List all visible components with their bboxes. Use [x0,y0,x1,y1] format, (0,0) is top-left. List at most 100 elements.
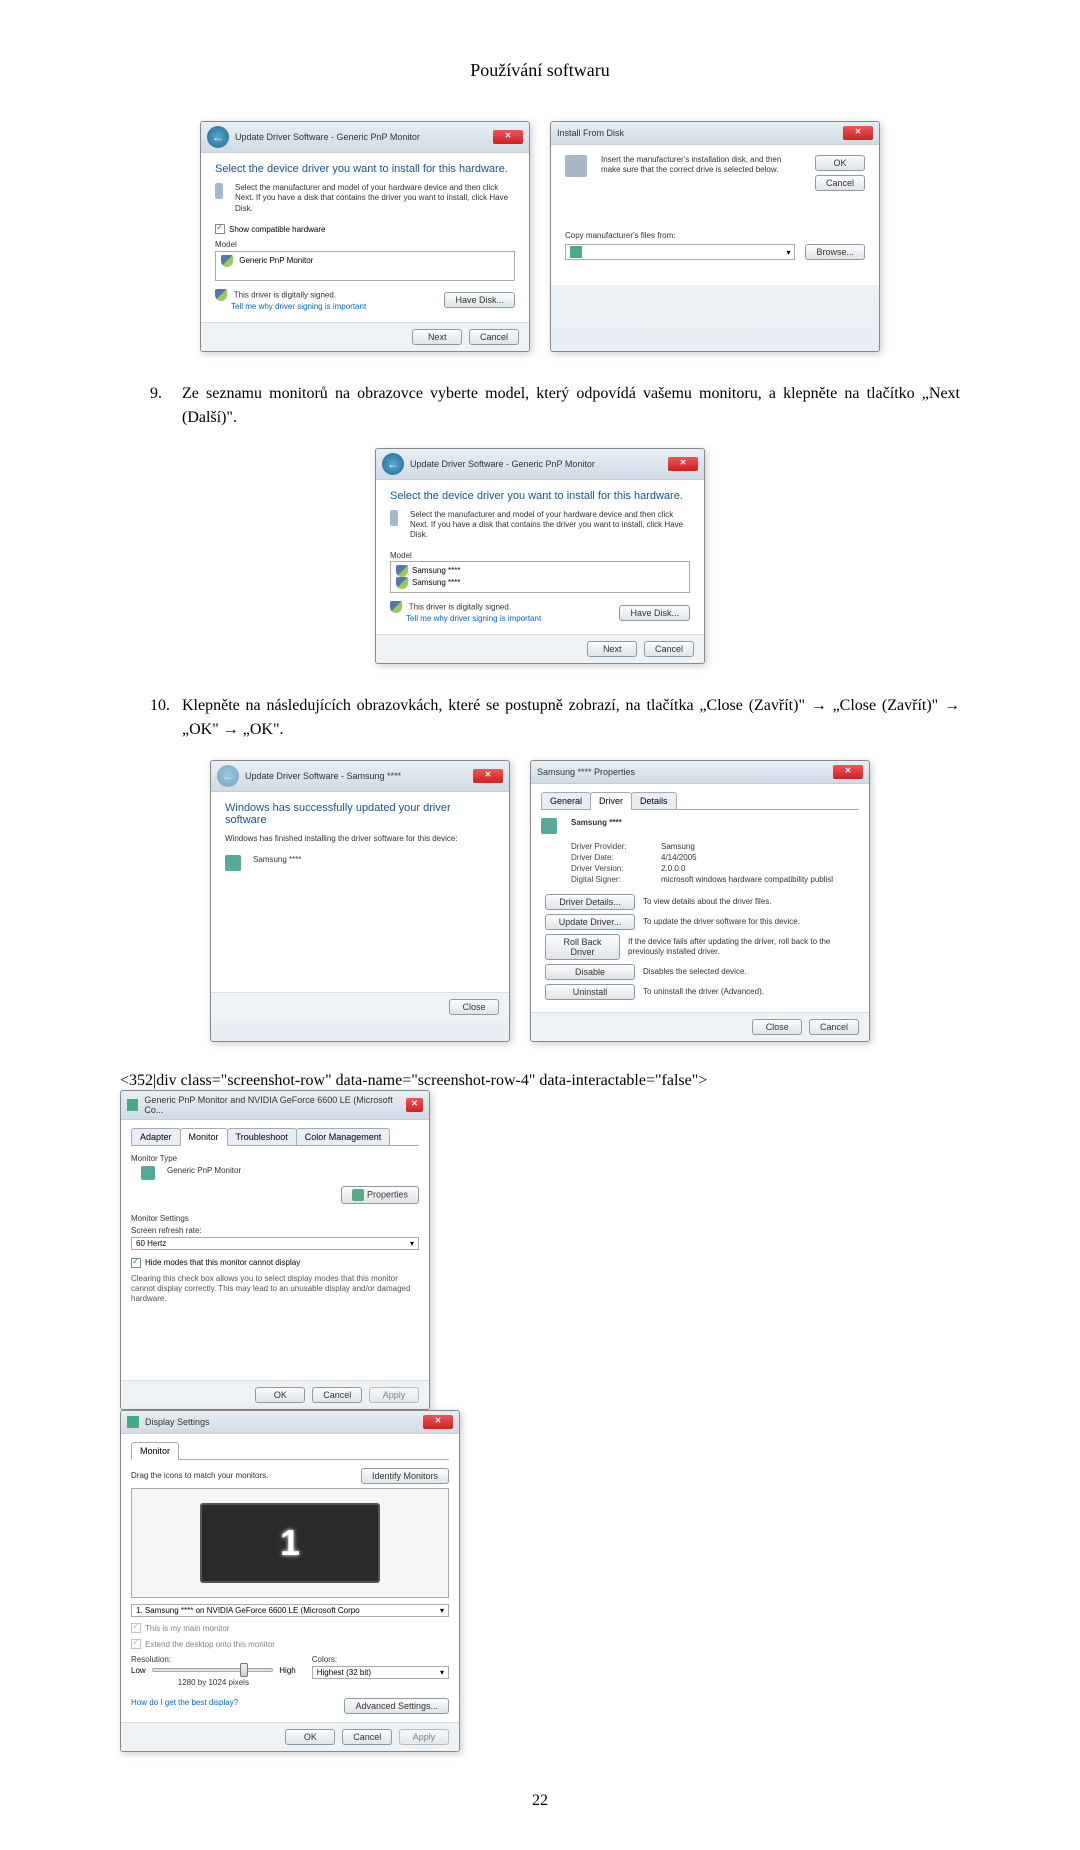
dialog-title: Update Driver Software - Generic PnP Mon… [410,459,595,469]
dropdown-arrow-icon[interactable]: ▾ [786,248,790,257]
screenshot-row-2: ← Update Driver Software - Generic PnP M… [120,448,960,665]
device-name: Samsung **** [571,818,622,834]
monitor-icon [141,1166,155,1180]
back-arrow-icon[interactable]: ← [207,126,229,148]
cancel-button[interactable]: Cancel [469,329,519,345]
dialog-description: Select the manufacturer and model of you… [235,183,515,214]
tab-bar: Monitor [131,1442,449,1460]
page-header: Používání softwaru [120,60,960,81]
screenshot-row-3: ← Update Driver Software - Samsung **** … [120,760,960,1042]
resolution-slider[interactable]: Low High [131,1666,296,1675]
rollback-button[interactable]: Roll Back Driver [545,934,620,960]
back-arrow-icon: ← [217,765,239,787]
version-label: Driver Version: [571,864,661,873]
tab-color-mgmt[interactable]: Color Management [296,1128,391,1145]
install-disk-desc: Insert the manufacturer's installation d… [601,155,803,176]
dialog-description: Select the manufacturer and model of you… [410,510,690,541]
dropdown-arrow-icon[interactable]: ▾ [410,1239,414,1248]
shield-icon [390,601,402,613]
checkbox-icon [131,1623,141,1633]
driver-details-button[interactable]: Driver Details... [545,894,635,910]
close-button[interactable]: Close [752,1019,802,1035]
monitor-icon [225,855,241,871]
slider-high-label: High [279,1666,295,1675]
close-icon[interactable]: ✕ [423,1415,453,1429]
tab-driver[interactable]: Driver [590,792,632,810]
uninstall-button[interactable]: Uninstall [545,984,635,1000]
disable-desc: Disables the selected device. [643,967,747,977]
slider-thumb[interactable] [240,1663,248,1677]
monitor-preview[interactable]: 1 [200,1503,380,1583]
checkbox-icon[interactable] [131,1258,141,1268]
colors-select[interactable]: Highest (32 bit) ▾ [312,1666,449,1679]
dialog-titlebar: Display Settings ✕ [121,1411,459,1434]
signed-link[interactable]: Tell me why driver signing is important [231,302,366,311]
dialog-title: Samsung **** Properties [537,767,635,777]
close-icon[interactable]: ✕ [406,1098,423,1112]
tab-monitor[interactable]: Monitor [131,1442,179,1460]
dialog-install-from-disk: Install From Disk ✕ Insert the manufactu… [550,121,880,352]
cancel-button[interactable]: Cancel [809,1019,859,1035]
compat-checkbox-row[interactable]: Show compatible hardware [215,224,515,234]
back-arrow-icon[interactable]: ← [382,453,404,475]
model-item[interactable]: Samsung **** [412,566,460,575]
model-list[interactable]: Samsung **** Samsung **** [390,561,690,593]
cancel-button[interactable]: Cancel [312,1387,362,1403]
next-button[interactable]: Next [412,329,462,345]
dialog-update-driver-2: ← Update Driver Software - Generic PnP M… [375,448,705,665]
dropdown-arrow-icon[interactable]: ▾ [440,1606,444,1615]
have-disk-button[interactable]: Have Disk... [619,605,690,621]
tab-monitor[interactable]: Monitor [180,1128,228,1146]
signed-link[interactable]: Tell me why driver signing is important [406,614,541,623]
cancel-button[interactable]: Cancel [342,1729,392,1745]
resolution-label: Resolution: [131,1655,296,1665]
dropdown-arrow-icon[interactable]: ▾ [440,1668,444,1677]
app-icon [127,1099,138,1111]
identify-monitors-button[interactable]: Identify Monitors [361,1468,449,1484]
cancel-button[interactable]: Cancel [815,175,865,191]
hide-modes-checkbox[interactable]: Hide modes that this monitor cannot disp… [131,1258,419,1268]
apply-button[interactable]: Apply [369,1387,419,1403]
ok-button[interactable]: OK [255,1387,305,1403]
path-input[interactable]: ▾ [565,244,795,260]
monitor-type-value: Generic PnP Monitor [167,1166,241,1180]
dialog-titlebar: ← Update Driver Software - Generic PnP M… [376,449,704,480]
dialog-titlebar: ← Update Driver Software - Samsung **** … [211,761,509,792]
signer-label: Digital Signer: [571,875,661,884]
refresh-rate-select[interactable]: 60 Hertz ▾ [131,1237,419,1250]
tab-adapter[interactable]: Adapter [131,1128,181,1145]
ok-button[interactable]: OK [815,155,865,171]
close-icon[interactable]: ✕ [843,126,873,140]
model-item[interactable]: Generic PnP Monitor [239,256,313,265]
provider-label: Driver Provider: [571,842,661,851]
tab-troubleshoot[interactable]: Troubleshoot [227,1128,297,1145]
checkbox-icon[interactable] [215,224,225,234]
step-text-body: Klepněte na následujících obrazovkách, k… [182,694,960,742]
monitor-icon [541,818,557,834]
update-driver-button[interactable]: Update Driver... [545,914,635,930]
tab-general[interactable]: General [541,792,591,809]
step-9: 9. Ze seznamu monitorů na obrazovce vybe… [150,382,960,430]
close-icon[interactable]: ✕ [473,769,503,783]
best-display-link[interactable]: How do I get the best display? [131,1698,238,1714]
tab-details[interactable]: Details [631,792,677,809]
apply-button[interactable]: Apply [399,1729,449,1745]
browse-button[interactable]: Browse... [805,244,865,260]
step-text-body: Ze seznamu monitorů na obrazovce vyberte… [182,382,960,430]
next-button[interactable]: Next [587,641,637,657]
close-icon[interactable]: ✕ [833,765,863,779]
ok-button[interactable]: OK [285,1729,335,1745]
model-item[interactable]: Samsung **** [412,578,460,587]
dialog-title: Update Driver Software - Generic PnP Mon… [235,132,420,142]
model-list[interactable]: Generic PnP Monitor [215,251,515,281]
close-icon[interactable]: ✕ [493,130,523,144]
close-icon[interactable]: ✕ [668,457,698,471]
close-button[interactable]: Close [449,999,499,1015]
advanced-settings-button[interactable]: Advanced Settings... [344,1698,449,1714]
properties-button[interactable]: Properties [341,1186,419,1204]
disable-button[interactable]: Disable [545,964,635,980]
cancel-button[interactable]: Cancel [644,641,694,657]
slider-track[interactable] [152,1668,274,1672]
monitor-select[interactable]: 1. Samsung **** on NVIDIA GeForce 6600 L… [131,1604,449,1617]
have-disk-button[interactable]: Have Disk... [444,292,515,308]
